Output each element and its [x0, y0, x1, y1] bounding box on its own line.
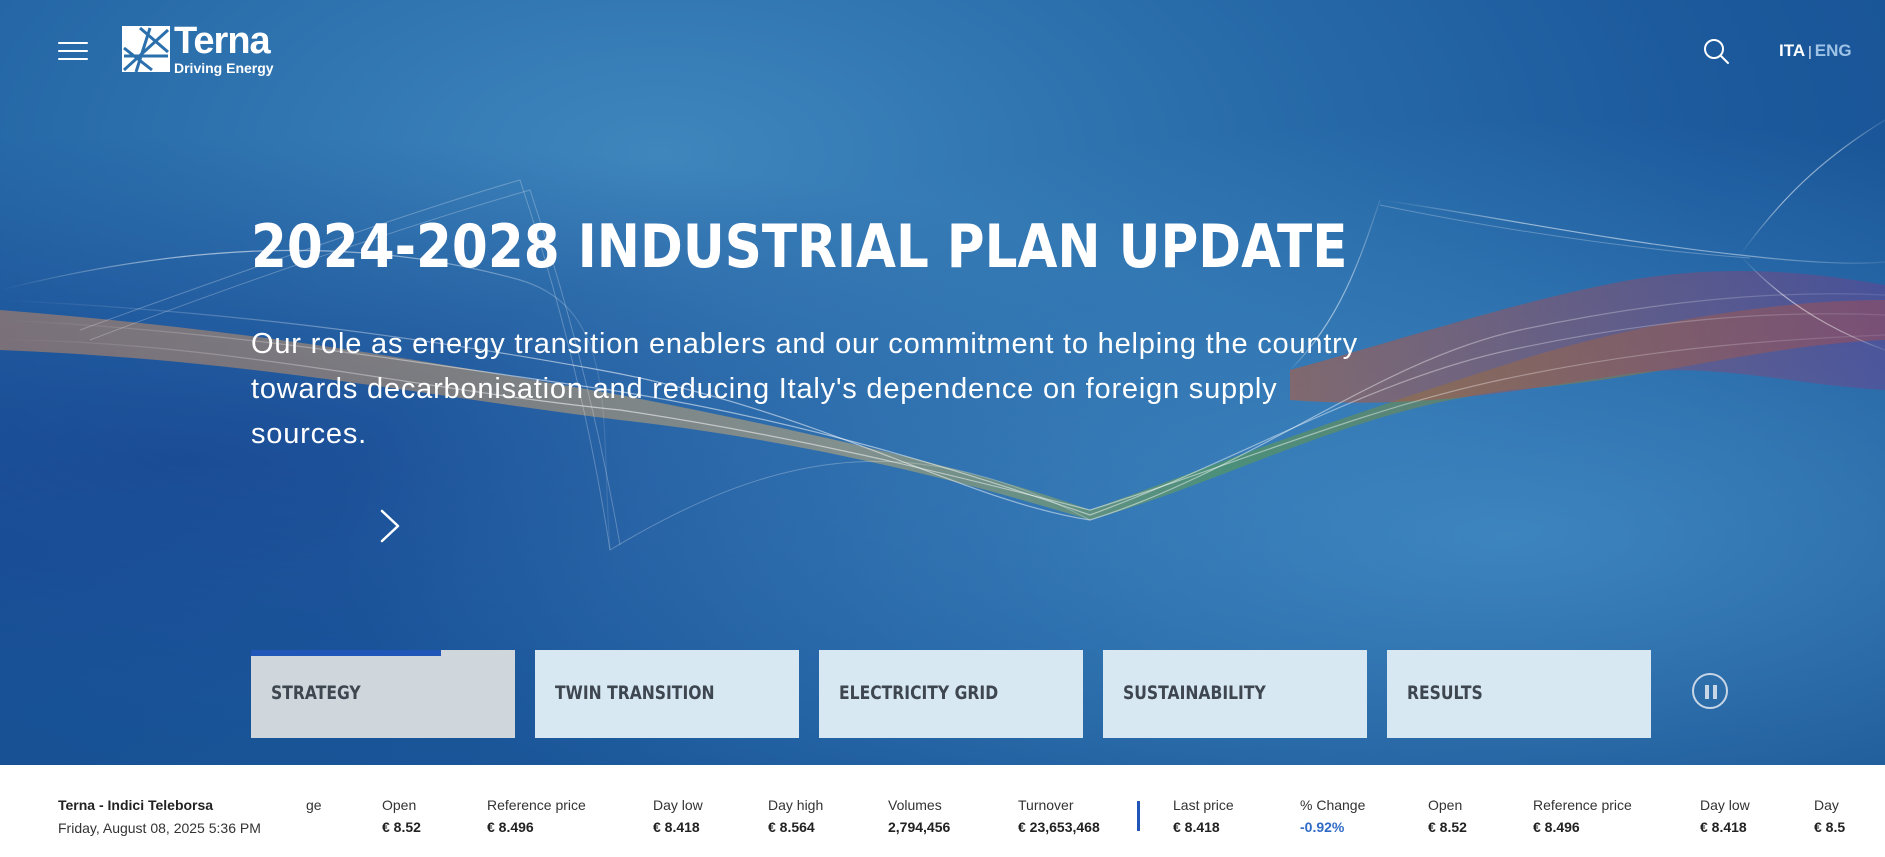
tab-sustainability[interactable]: SUSTAINABILITY [1103, 650, 1367, 738]
top-navigation: Terna Driving Energy ITA | ENG [0, 0, 1885, 100]
ticker-value: € 8.52 [1428, 819, 1467, 835]
ticker-key: % Change [1300, 797, 1366, 813]
ticker-divider [1137, 801, 1140, 831]
ticker-value: € 8.5 [1814, 819, 1846, 835]
lang-ita-link[interactable]: ITA [1779, 41, 1805, 60]
ticker-value: € 8.418 [1700, 819, 1747, 835]
pause-icon[interactable] [1692, 673, 1728, 709]
ticker-key: Day low [1700, 797, 1750, 813]
ticker-value: 2,794,456 [888, 819, 951, 835]
ticker-title: Terna - Indici Teleborsa [58, 797, 214, 813]
ticker-value: € 8.52 [382, 819, 421, 835]
ticker-value: € 8.564 [768, 819, 815, 835]
ticker-item: Day low € 8.418 [1700, 797, 1750, 835]
tab-label: TWIN TRANSITION [555, 682, 715, 704]
ticker-key: Volumes [888, 797, 942, 813]
tab-strategy[interactable]: STRATEGY [251, 650, 515, 738]
ticker-key: Reference price [487, 797, 586, 813]
lang-eng-link[interactable]: ENG [1815, 41, 1852, 60]
menu-icon[interactable] [58, 42, 88, 62]
ticker-value: € 8.496 [1533, 819, 1580, 835]
tab-label: STRATEGY [271, 682, 361, 704]
ticker-value: € 8.418 [1173, 819, 1220, 835]
ticker-item: Volumes 2,794,456 [888, 797, 950, 835]
ticker-item: % Change -0.92% [1300, 797, 1365, 835]
ticker-item: Reference price € 8.496 [487, 797, 586, 835]
tab-progress-bar [251, 650, 442, 656]
ticker-key: Open [382, 797, 417, 813]
ticker-key: Reference price [1533, 797, 1632, 813]
ticker-key: ge [306, 797, 322, 813]
hero-title: 2024-2028 INDUSTRIAL PLAN UPDATE [251, 212, 1348, 282]
hero-banner: Terna Driving Energy ITA | ENG 2024-2028 I… [0, 0, 1885, 765]
tab-label: RESULTS [1407, 682, 1483, 704]
ticker-value: € 8.418 [653, 819, 700, 835]
ticker-item: Reference price € 8.496 [1533, 797, 1632, 835]
language-switch: ITA | ENG [1779, 41, 1852, 61]
terna-logo[interactable]: Terna Driving Energy [122, 20, 292, 76]
ticker-key: Open [1428, 797, 1463, 813]
ticker-item: Turnover € 23,653,468 [1018, 797, 1100, 835]
hero-subtitle: Our role as energy transition enablers a… [251, 328, 1358, 450]
ticker-cut-label: ge [306, 797, 322, 813]
ticker-key: Day low [653, 797, 703, 813]
ticker-item: Last price € 8.418 [1173, 797, 1234, 835]
ticker-item: Day low € 8.418 [653, 797, 703, 835]
ticker-value-change: -0.92% [1300, 819, 1345, 835]
ticker-key: Last price [1173, 797, 1234, 813]
ticker-date: Friday, August 08, 2025 5:36 PM [58, 820, 261, 836]
hero-arrow-link[interactable] [252, 508, 402, 544]
ticker-key: Turnover [1018, 797, 1074, 813]
ticker-item: Day high € 8.564 [768, 797, 823, 835]
ticker-value: € 8.496 [487, 819, 534, 835]
ticker-item: Open € 8.52 [1428, 797, 1467, 835]
tab-label: ELECTRICITY GRID [839, 682, 999, 704]
ticker-value: € 23,653,468 [1018, 819, 1100, 835]
tab-results[interactable]: RESULTS [1387, 650, 1651, 738]
logo-tagline: Driving Energy [174, 60, 274, 76]
ticker-key: Day high [768, 797, 824, 813]
tab-label: SUSTAINABILITY [1123, 682, 1266, 704]
tab-electricity-grid[interactable]: ELECTRICITY GRID [819, 650, 1083, 738]
search-icon[interactable] [1703, 38, 1731, 66]
tab-twin-transition[interactable]: TWIN TRANSITION [535, 650, 799, 738]
ticker-item: Day € 8.5 [1814, 797, 1845, 835]
logo-name: Terna [174, 20, 271, 62]
stock-ticker: Terna - Indici Teleborsa Friday, August … [0, 765, 1885, 857]
ticker-item: Open € 8.52 [382, 797, 421, 835]
lang-separator: | [1808, 43, 1812, 59]
ticker-key: Day [1814, 797, 1839, 813]
terna-logo-mark-icon [122, 26, 170, 73]
